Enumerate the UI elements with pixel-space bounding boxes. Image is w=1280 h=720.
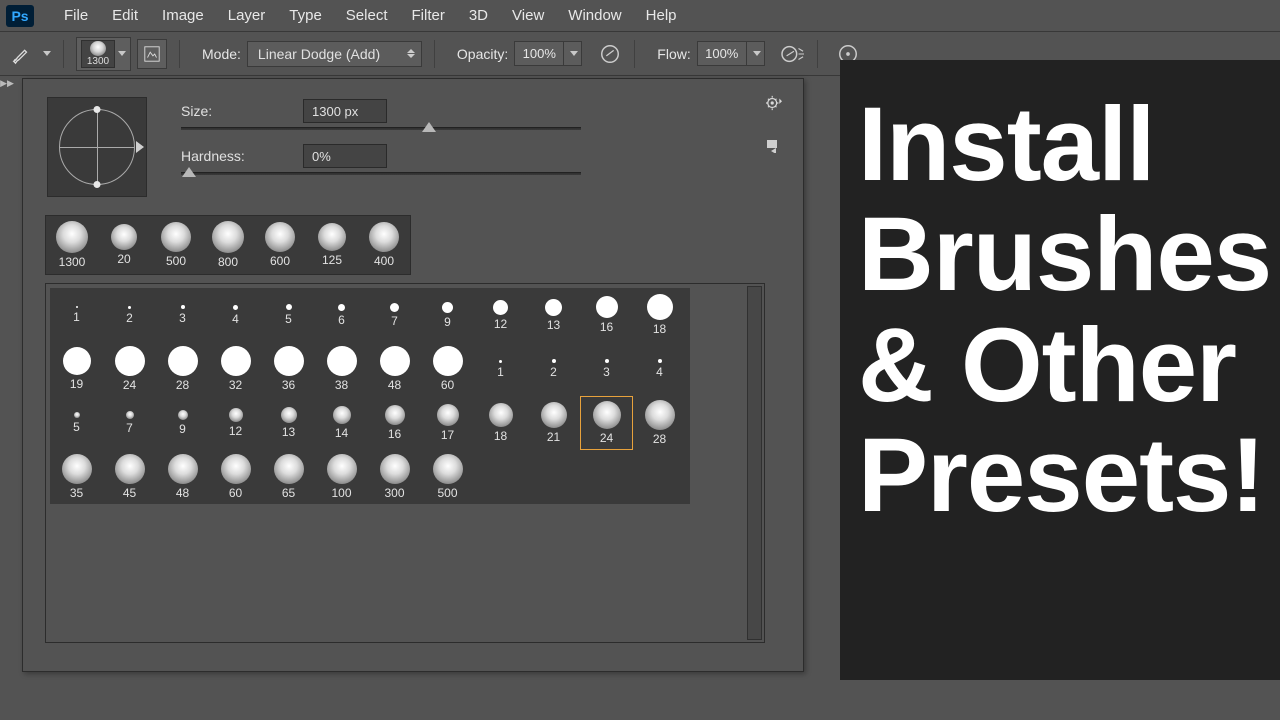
brush-preset[interactable]: 60 — [209, 450, 262, 504]
chevron-down-icon[interactable] — [43, 51, 51, 56]
brush-preset[interactable]: 1 — [474, 342, 527, 396]
recent-brush-strip: 130020500800600125400 — [45, 215, 411, 275]
brush-preset[interactable]: 4 — [633, 342, 686, 396]
gear-icon[interactable] — [765, 95, 783, 111]
recent-brush[interactable]: 600 — [254, 216, 306, 274]
brush-preset[interactable]: 60 — [421, 342, 474, 396]
overlay-line: Presets! — [858, 421, 1270, 531]
panel-expand-icon[interactable]: ▶▶ — [0, 78, 14, 88]
brush-preset[interactable]: 48 — [156, 450, 209, 504]
scrollbar[interactable] — [747, 286, 762, 640]
brush-preset[interactable]: 6 — [315, 288, 368, 342]
menu-view[interactable]: View — [500, 3, 556, 28]
brush-preset[interactable]: 3 — [156, 288, 209, 342]
brush-preset[interactable]: 4 — [209, 288, 262, 342]
brush-preset[interactable]: 16 — [580, 288, 633, 342]
flyout-icon[interactable] — [766, 139, 782, 153]
menu-edit[interactable]: Edit — [100, 3, 150, 28]
size-slider[interactable] — [181, 127, 581, 130]
brush-preset[interactable]: 38 — [315, 342, 368, 396]
blend-mode-select[interactable]: Linear Dodge (Add) — [247, 41, 422, 67]
brush-preset[interactable]: 32 — [209, 342, 262, 396]
brush-preset[interactable]: 5 — [50, 396, 103, 450]
overlay-line: Install — [858, 90, 1270, 200]
brush-tool-icon[interactable] — [8, 41, 34, 67]
menu-bar: Ps FileEditImageLayerTypeSelectFilter3DV… — [0, 0, 1280, 32]
brush-preset[interactable]: 3 — [580, 342, 633, 396]
brush-grid-container: 1234567912131618192428323638486012345791… — [45, 283, 765, 643]
brush-preset[interactable]: 2 — [103, 288, 156, 342]
opacity-input[interactable]: 100% — [514, 41, 582, 66]
recent-brush[interactable]: 125 — [306, 216, 358, 274]
size-input[interactable]: 1300 px — [303, 99, 387, 123]
brush-preset[interactable]: 18 — [474, 396, 527, 450]
size-label: Size: — [181, 103, 291, 119]
hardness-slider[interactable] — [181, 172, 581, 175]
flow-input[interactable]: 100% — [697, 41, 765, 66]
overlay-line: Brushes — [858, 200, 1270, 310]
brush-grid: 1234567912131618192428323638486012345791… — [50, 288, 690, 504]
menu-3d[interactable]: 3D — [457, 3, 500, 28]
hardness-input[interactable]: 0% — [303, 144, 387, 168]
brush-preset[interactable]: 9 — [421, 288, 474, 342]
brush-preset[interactable]: 18 — [633, 288, 686, 342]
brush-preset[interactable]: 45 — [103, 450, 156, 504]
pressure-opacity-icon[interactable] — [598, 42, 622, 66]
opacity-label: Opacity: — [457, 46, 508, 62]
brush-preset[interactable]: 13 — [527, 288, 580, 342]
overlay-line: & Other — [858, 311, 1270, 421]
hardness-label: Hardness: — [181, 148, 291, 164]
brush-preset[interactable]: 28 — [156, 342, 209, 396]
brush-preset[interactable]: 300 — [368, 450, 421, 504]
brush-preset[interactable]: 100 — [315, 450, 368, 504]
brush-size-caption: 1300 — [87, 56, 109, 67]
menu-select[interactable]: Select — [334, 3, 400, 28]
menu-window[interactable]: Window — [556, 3, 633, 28]
recent-brush[interactable]: 1300 — [46, 216, 98, 274]
flow-label: Flow: — [657, 46, 690, 62]
menu-help[interactable]: Help — [634, 3, 689, 28]
recent-brush[interactable]: 800 — [202, 216, 254, 274]
brush-preset[interactable]: 12 — [209, 396, 262, 450]
menu-layer[interactable]: Layer — [216, 3, 278, 28]
brush-preset[interactable]: 28 — [633, 396, 686, 450]
brush-preset[interactable]: 5 — [262, 288, 315, 342]
brush-preset[interactable]: 17 — [421, 396, 474, 450]
brush-preset[interactable]: 65 — [262, 450, 315, 504]
brush-preset[interactable]: 2 — [527, 342, 580, 396]
brush-preset[interactable]: 21 — [527, 396, 580, 450]
brush-preset[interactable]: 24 — [103, 342, 156, 396]
brush-angle-widget[interactable] — [47, 97, 147, 197]
brush-panel-toggle-button[interactable] — [137, 39, 167, 69]
brush-preset-panel: Size: 1300 px Hardness: 0% 1300205008006… — [22, 78, 804, 672]
recent-brush[interactable]: 400 — [358, 216, 410, 274]
menu-file[interactable]: File — [52, 3, 100, 28]
recent-brush[interactable]: 500 — [150, 216, 202, 274]
photoshop-logo: Ps — [6, 5, 34, 27]
menu-type[interactable]: Type — [277, 3, 334, 28]
brush-preset[interactable]: 14 — [315, 396, 368, 450]
brush-preset[interactable]: 19 — [50, 342, 103, 396]
brush-preset[interactable]: 9 — [156, 396, 209, 450]
chevron-down-icon — [118, 51, 126, 56]
brush-preset[interactable]: 24 — [580, 396, 633, 450]
brush-preset[interactable]: 36 — [262, 342, 315, 396]
recent-brush[interactable]: 20 — [98, 216, 150, 274]
brush-preset[interactable]: 35 — [50, 450, 103, 504]
menu-image[interactable]: Image — [150, 3, 216, 28]
title-overlay: Install Brushes & Other Presets! — [840, 60, 1280, 680]
brush-preset[interactable]: 16 — [368, 396, 421, 450]
airbrush-icon[interactable] — [781, 42, 805, 66]
menu-filter[interactable]: Filter — [400, 3, 457, 28]
brush-preset[interactable]: 7 — [103, 396, 156, 450]
brush-preset[interactable]: 48 — [368, 342, 421, 396]
brush-preset[interactable]: 500 — [421, 450, 474, 504]
brush-preset[interactable]: 7 — [368, 288, 421, 342]
brush-preset[interactable]: 1 — [50, 288, 103, 342]
brush-preset[interactable]: 12 — [474, 288, 527, 342]
brush-preset[interactable]: 13 — [262, 396, 315, 450]
blend-mode-value: Linear Dodge (Add) — [258, 46, 380, 62]
brush-preset-picker-button[interactable]: 1300 — [76, 37, 131, 71]
mode-label: Mode: — [202, 46, 241, 62]
